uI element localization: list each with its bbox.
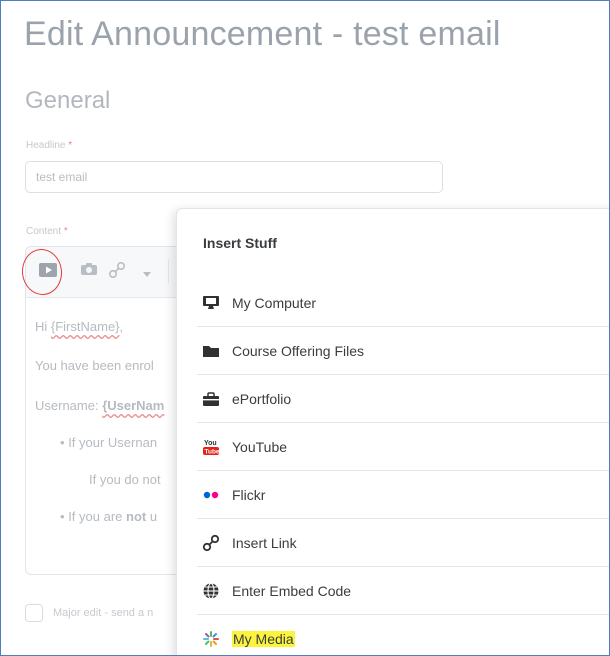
menu-item-flickr[interactable]: Flickr — [197, 471, 609, 519]
required-mark: * — [63, 226, 68, 237]
edit-announcement-page: Edit Announcement - test email General H… — [1, 1, 609, 655]
bullet-mark: • — [60, 509, 65, 524]
menu-item-eportfolio[interactable]: ePortfolio — [197, 375, 609, 423]
menu-item-label: Insert Link — [232, 534, 297, 551]
menu-item-label: Enter Embed Code — [232, 582, 352, 599]
youtube-icon: You Tube — [201, 437, 221, 457]
content-label-text: Content — [26, 226, 62, 237]
content-label: Content * — [26, 226, 68, 237]
first-name-variable: {FirstName} — [50, 319, 120, 334]
major-edit-checkbox[interactable] — [25, 604, 43, 622]
insert-stuff-dialog: Insert Stuff My Computer Course Offering… — [176, 208, 609, 655]
menu-item-label: YouTube — [232, 438, 288, 455]
link-icon — [201, 533, 221, 553]
editor-bullet-1: • If your Usernan — [60, 435, 157, 450]
bullet-2-text: If you are — [68, 509, 126, 524]
menu-item-enter-embed-code[interactable]: Enter Embed Code — [197, 567, 609, 615]
toolbar-divider — [168, 259, 169, 283]
kaltura-icon — [201, 629, 221, 649]
bullet-2-bold: not — [126, 509, 147, 524]
menu-item-label: My Media — [232, 631, 295, 647]
insert-image-button[interactable] — [80, 261, 98, 282]
camera-icon — [80, 261, 98, 282]
menu-item-label: ePortfolio — [232, 390, 292, 407]
bullet-1-text: If your Usernan — [68, 435, 158, 450]
username-variable: {UserNam — [102, 398, 165, 413]
editor-bullet-1-sub: If you do not — [89, 472, 161, 487]
major-edit-label: Major edit - send a n — [53, 607, 154, 619]
computer-icon — [201, 293, 221, 313]
headline-label: Headline * — [26, 140, 72, 151]
headline-input[interactable] — [25, 161, 443, 193]
menu-item-youtube[interactable]: You Tube YouTube — [197, 423, 609, 471]
more-options-dropdown[interactable] — [142, 265, 152, 283]
briefcase-icon — [201, 389, 221, 409]
editor-bullet-2: • If you are not u — [60, 509, 157, 524]
chevron-down-icon — [142, 265, 152, 283]
menu-item-label: Flickr — [232, 486, 266, 503]
folder-icon — [201, 341, 221, 361]
svg-text:Tube: Tube — [205, 448, 220, 455]
link-icon — [108, 261, 126, 284]
page-title: Edit Announcement - test email — [24, 15, 501, 53]
globe-icon — [201, 581, 221, 601]
screenshot-frame: Edit Announcement - test email General H… — [0, 0, 610, 656]
bullet-2-suffix: u — [146, 509, 158, 524]
menu-item-my-media[interactable]: My Media — [197, 615, 609, 655]
insert-link-toolbar-button[interactable] — [108, 261, 126, 284]
greeting-comma: , — [119, 319, 124, 334]
headline-label-text: Headline — [26, 140, 66, 151]
menu-item-my-computer[interactable]: My Computer — [197, 279, 609, 327]
editor-line-username: Username: {UserNam — [35, 398, 164, 413]
editor-line-enrolled: You have been enrol — [35, 358, 154, 373]
section-heading: General — [25, 87, 111, 114]
dialog-title: Insert Stuff — [203, 235, 277, 251]
greeting-text: Hi — [35, 319, 51, 334]
menu-item-insert-link[interactable]: Insert Link — [197, 519, 609, 567]
menu-item-label: My Computer — [232, 294, 317, 311]
menu-item-course-offering-files[interactable]: Course Offering Files — [197, 327, 609, 375]
bullet-mark: • — [60, 435, 65, 450]
username-text: Username: — [35, 398, 103, 413]
editor-line-greeting: Hi {FirstName}, — [35, 319, 123, 334]
flickr-icon — [201, 485, 221, 505]
required-mark: * — [68, 140, 73, 151]
menu-item-label: Course Offering Files — [232, 342, 365, 359]
svg-text:You: You — [204, 440, 217, 447]
annotation-circle — [19, 247, 65, 297]
